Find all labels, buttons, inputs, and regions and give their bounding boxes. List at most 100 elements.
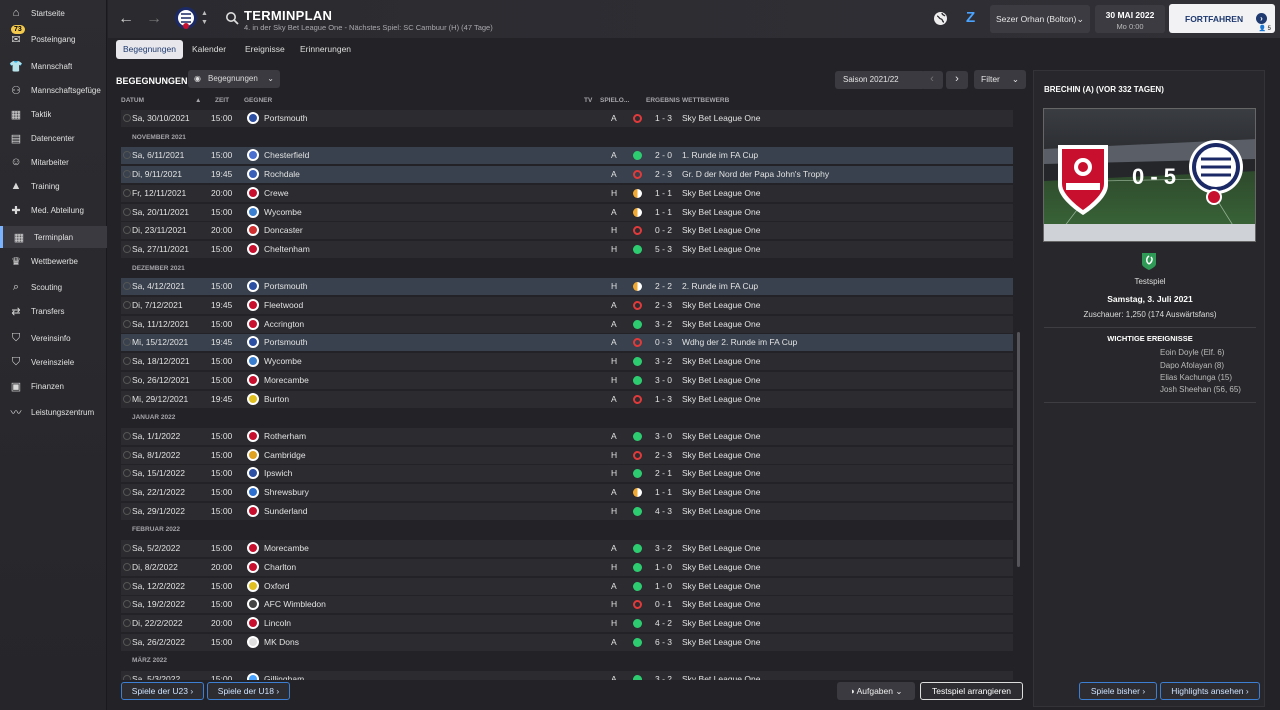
select-radio[interactable] xyxy=(123,114,131,122)
opponent-name[interactable]: Charlton xyxy=(264,562,296,572)
table-row[interactable]: Sa, 15/1/2022 15:00 Ipswich H 2 - 1 Sky Bet L… xyxy=(121,465,1013,483)
select-radio[interactable] xyxy=(123,450,131,459)
arrange-friendly-button[interactable]: Testspiel arrangieren xyxy=(920,682,1023,700)
scrollbar[interactable] xyxy=(1017,332,1020,567)
select-radio[interactable] xyxy=(123,488,131,496)
prev-page-button[interactable]: ‹ xyxy=(921,71,943,89)
forward-arrow-icon[interactable]: → xyxy=(144,9,164,29)
select-radio[interactable] xyxy=(123,506,131,515)
opponent-name[interactable]: Morecambe xyxy=(264,375,309,385)
fixture-competition[interactable]: Sky Bet League One xyxy=(682,113,760,123)
table-row[interactable]: Di, 9/11/2021 19:45 Rochdale A 2 - 3 Gr. D de… xyxy=(121,166,1013,184)
select-radio[interactable] xyxy=(123,301,131,309)
fixture-competition[interactable]: Sky Bet League One xyxy=(682,618,760,628)
select-radio[interactable] xyxy=(123,600,131,609)
select-radio[interactable] xyxy=(123,338,131,347)
u23-fixtures-button[interactable]: Spiele der U23 › xyxy=(121,682,204,700)
fixture-competition[interactable]: 1. Runde im FA Cup xyxy=(682,150,758,160)
current-date[interactable]: 30 MAI 2022 Mo 0:00 xyxy=(1095,5,1165,33)
fixture-competition[interactable]: Sky Bet League One xyxy=(682,543,760,553)
fixture-competition[interactable]: Sky Bet League One xyxy=(682,207,760,217)
opponent-name[interactable]: Cheltenham xyxy=(264,244,310,254)
opponent-name[interactable]: Portsmouth xyxy=(264,113,307,123)
sidebar-item-leistungszentrum[interactable]: 〰 Leistungszentrum xyxy=(0,401,107,423)
opponent-name[interactable]: Morecambe xyxy=(264,543,309,553)
col-result[interactable]: ERGEBNIS xyxy=(646,97,680,104)
fixture-competition[interactable]: Sky Bet League One xyxy=(682,599,760,609)
fixture-competition[interactable]: Sky Bet League One xyxy=(682,450,760,460)
watch-highlights-button[interactable]: Highlights ansehen › xyxy=(1160,682,1260,700)
opponent-name[interactable]: Fleetwood xyxy=(264,300,303,310)
select-radio[interactable] xyxy=(123,226,131,235)
table-row[interactable]: Mi, 15/12/2021 19:45 Portsmouth A 0 - 3 Wdhg … xyxy=(121,334,1013,352)
fixture-competition[interactable]: Sky Bet League One xyxy=(682,356,760,366)
select-radio[interactable] xyxy=(123,675,131,680)
opponent-name[interactable]: Crewe xyxy=(264,188,289,198)
fixture-competition[interactable]: Sky Bet League One xyxy=(682,319,760,329)
col-venue[interactable]: SPIELO... xyxy=(600,97,629,104)
table-row[interactable]: Sa, 5/3/2022 15:00 Gillingham A 3 - 2 Sky Bet… xyxy=(121,671,1013,680)
table-row[interactable]: Di, 7/12/2021 19:45 Fleetwood A 2 - 3 Sky Bet… xyxy=(121,297,1013,314)
sidebar-item-scouting[interactable]: ⌕ Scouting xyxy=(0,276,107,298)
fixture-competition[interactable]: Sky Bet League One xyxy=(682,506,760,516)
sidebar-item-finanzen[interactable]: ▣ Finanzen xyxy=(0,375,107,397)
opponent-name[interactable]: Accrington xyxy=(264,319,304,329)
next-page-button[interactable]: › xyxy=(946,71,968,89)
col-time[interactable]: ZEIT xyxy=(215,97,229,104)
manager-dropdown[interactable]: Sezer Orhan (Bolton) ⌄ xyxy=(990,5,1090,33)
view-dropdown[interactable]: ◉ Begegnungen ⌄ xyxy=(188,70,280,88)
select-radio[interactable] xyxy=(123,469,131,478)
continue-button[interactable]: FORTFAHREN › 👤 5 xyxy=(1169,4,1275,33)
select-radio[interactable] xyxy=(123,244,131,253)
select-radio[interactable] xyxy=(123,544,131,553)
col-opponent[interactable]: GEGNER xyxy=(244,97,272,104)
fixture-competition[interactable]: Sky Bet League One xyxy=(682,394,760,404)
table-row[interactable]: Sa, 5/2/2022 15:00 Morecambe A 3 - 2 Sky Bet … xyxy=(121,540,1013,558)
fixture-competition[interactable]: Sky Bet League One xyxy=(682,225,760,235)
table-row[interactable]: Sa, 22/1/2022 15:00 Shrewsbury A 1 - 1 Sky Be… xyxy=(121,484,1013,501)
globe-icon[interactable] xyxy=(933,11,948,26)
table-row[interactable]: Sa, 12/2/2022 15:00 Oxford A 1 - 0 Sky Bet Le… xyxy=(121,577,1013,595)
sidebar-item-med-abteilung[interactable]: ✚ Med. Abteilung xyxy=(0,199,107,221)
opponent-name[interactable]: Cambridge xyxy=(264,450,306,460)
table-row[interactable]: Sa, 19/2/2022 15:00 AFC Wimbledon H 0 - 1 Sky… xyxy=(121,596,1013,614)
tab-fixtures[interactable]: Begegnungen xyxy=(116,40,183,59)
opponent-name[interactable]: MK Dons xyxy=(264,637,299,647)
table-row[interactable]: Sa, 6/11/2021 15:00 Chesterfield A 2 - 0 1. R… xyxy=(121,147,1013,165)
sidebar-item-vereinsinfo[interactable]: ⛉ Vereinsinfo xyxy=(0,327,107,349)
fixture-competition[interactable]: Sky Bet League One xyxy=(682,468,760,478)
opponent-name[interactable]: Wycombe xyxy=(264,207,302,217)
tab-calendar[interactable]: Kalender xyxy=(185,40,233,59)
opponent-name[interactable]: Wycombe xyxy=(264,356,302,366)
select-radio[interactable] xyxy=(123,375,131,384)
opponent-name[interactable]: Rochdale xyxy=(264,169,300,179)
col-date[interactable]: DATUM xyxy=(121,97,144,104)
opponent-name[interactable]: Ipswich xyxy=(264,468,292,478)
fixture-competition[interactable]: Sky Bet League One xyxy=(682,637,760,647)
opponent-name[interactable]: Burton xyxy=(264,394,289,404)
fm-z-icon[interactable]: Z xyxy=(966,9,975,26)
opponent-name[interactable]: Shrewsbury xyxy=(264,487,309,497)
opponent-name[interactable]: Gillingham xyxy=(264,674,304,680)
sidebar-item-startseite[interactable]: ⌂ Startseite xyxy=(0,2,107,24)
fixture-competition[interactable]: Sky Bet League One xyxy=(682,674,760,680)
fixture-competition[interactable]: Sky Bet League One xyxy=(682,375,760,385)
select-radio[interactable] xyxy=(123,618,131,627)
select-radio[interactable] xyxy=(123,282,131,291)
table-row[interactable]: Mi, 29/12/2021 19:45 Burton A 1 - 3 Sky Bet L… xyxy=(121,390,1013,408)
col-tv[interactable]: TV xyxy=(584,97,592,104)
table-row[interactable]: Sa, 4/12/2021 15:00 Portsmouth H 2 - 2 2. Run… xyxy=(121,278,1013,296)
sidebar-item-taktik[interactable]: ▦ Taktik xyxy=(0,103,107,125)
tab-events[interactable]: Ereignisse xyxy=(238,40,292,59)
table-row[interactable]: Sa, 26/2/2022 15:00 MK Dons A 6 - 3 Sky Bet L… xyxy=(121,633,1013,651)
table-row[interactable]: Sa, 29/1/2022 15:00 Sunderland H 4 - 3 Sky Be… xyxy=(121,502,1013,520)
sidebar-item-transfers[interactable]: ⇄ Transfers xyxy=(0,300,107,322)
table-row[interactable]: Sa, 1/1/2022 15:00 Rotherham A 3 - 0 Sky Bet … xyxy=(121,427,1013,445)
select-radio[interactable] xyxy=(123,188,131,197)
sidebar-item-vereinsziele[interactable]: ⛉ Vereinsziele xyxy=(0,351,107,373)
table-row[interactable]: So, 26/12/2021 15:00 Morecambe H 3 - 0 Sky Be… xyxy=(121,371,1013,389)
sidebar-item-datencenter[interactable]: ▤ Datencenter xyxy=(0,127,107,149)
sidebar-item-wettbewerbe[interactable]: ♛ Wettbewerbe xyxy=(0,250,107,272)
filter-dropdown[interactable]: Filter ⌄ xyxy=(974,70,1026,89)
table-row[interactable]: Sa, 11/12/2021 15:00 Accrington A 3 - 2 Sky B… xyxy=(121,315,1013,333)
